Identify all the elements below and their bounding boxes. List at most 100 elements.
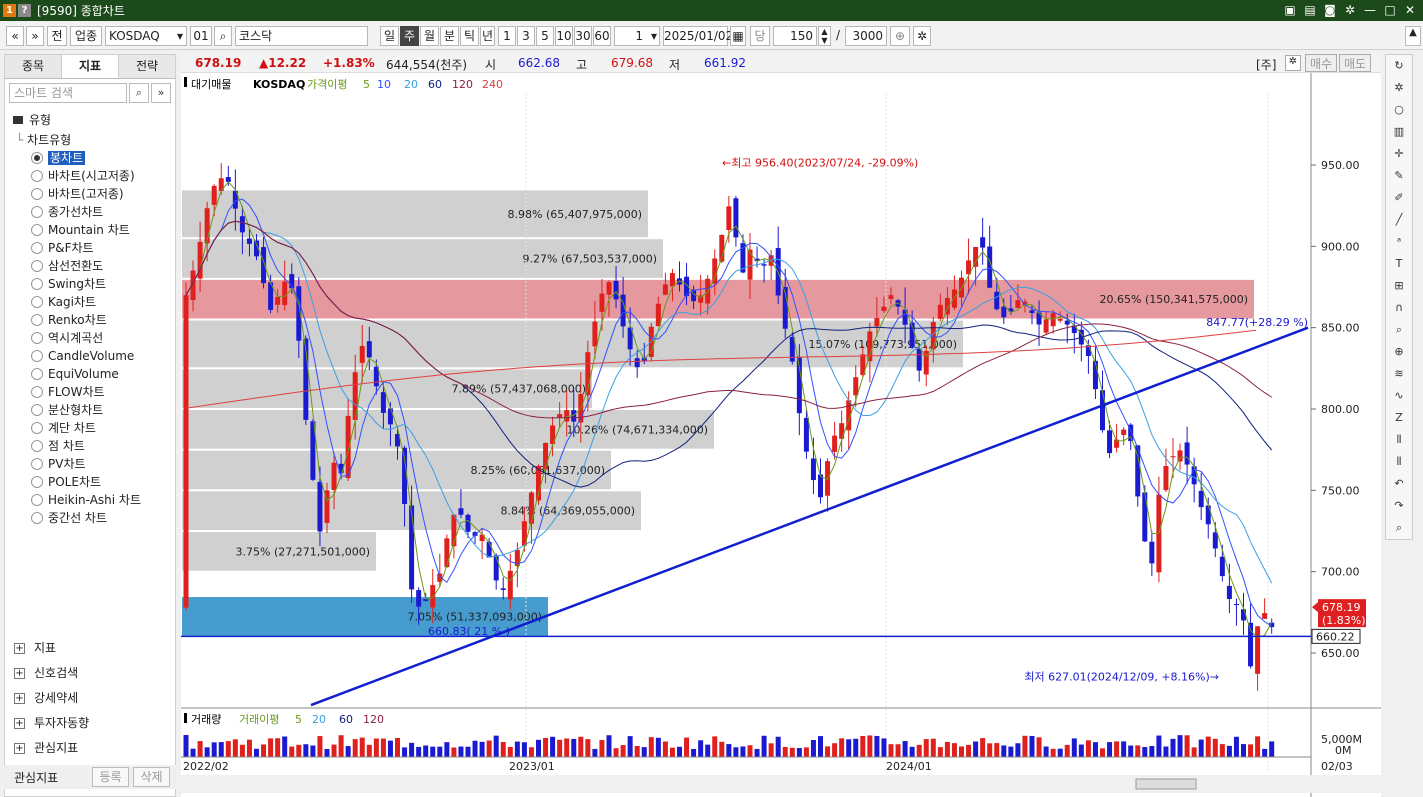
chart-type-option[interactable]: 중간선 차트 — [5, 509, 175, 527]
tab-strategy[interactable]: 전략 — [119, 55, 175, 78]
chart-type-option[interactable]: 역시계곡선 — [5, 329, 175, 347]
chart-type-option[interactable]: 삼선전환도 — [5, 257, 175, 275]
refresh-icon[interactable]: ↻ — [1386, 55, 1412, 77]
chart-type-option[interactable]: EquiVolume — [5, 365, 175, 383]
circle-icon[interactable]: ○ — [1386, 99, 1412, 121]
zoom-plus-icon[interactable]: ⊕ — [890, 26, 910, 46]
count-field[interactable]: 150 — [773, 26, 817, 46]
chart-type-option[interactable]: Mountain 차트 — [5, 221, 175, 239]
chart-type-option[interactable]: Renko차트 — [5, 311, 175, 329]
search-input[interactable]: 스마트 검색 — [9, 83, 127, 103]
chart-type-option[interactable]: Heikin-Ashi 차트 — [5, 491, 175, 509]
interval-5[interactable]: 5 — [536, 26, 554, 46]
crosshair-icon[interactable]: ✛ — [1386, 143, 1412, 165]
period-tick[interactable]: 틱 — [460, 26, 479, 46]
wave-icon[interactable]: ∿ — [1386, 385, 1412, 407]
zoom-icon[interactable]: ⌕ — [1386, 319, 1412, 341]
period-year[interactable]: 년 — [480, 26, 495, 46]
chart-type-option[interactable]: P&F차트 — [5, 239, 175, 257]
count-stepper[interactable]: ▲ ▼ — [818, 26, 831, 46]
jeon-button[interactable]: 전 — [47, 26, 67, 46]
fib-icon[interactable]: ≋ — [1386, 363, 1412, 385]
interval-60[interactable]: 60 — [593, 26, 611, 46]
delete-button[interactable]: 삭제 — [133, 767, 170, 787]
buy-button[interactable]: 매수 — [1305, 54, 1337, 72]
period-month[interactable]: 월 — [420, 26, 439, 46]
maximize-icon[interactable]: □ — [1383, 2, 1397, 18]
layout-icon[interactable]: ▣ — [1283, 2, 1297, 18]
chart-type-option[interactable]: 분산형차트 — [5, 401, 175, 419]
magnet-icon[interactable]: ∩ — [1386, 297, 1412, 319]
period-day[interactable]: 일 — [380, 26, 399, 46]
settings-icon[interactable]: ✲ — [913, 26, 931, 46]
chart-type-option[interactable]: 계단 차트 — [5, 419, 175, 437]
minimize-icon[interactable]: — — [1363, 2, 1377, 18]
section-signal-search[interactable]: + 신호검색 — [5, 661, 175, 686]
chart-type-option[interactable]: 점 차트 — [5, 437, 175, 455]
gear-icon[interactable]: ✲ — [1285, 55, 1301, 71]
zoom-area-icon[interactable]: ⊕ — [1386, 341, 1412, 363]
dang-button[interactable]: 당 — [750, 26, 770, 46]
nav-prev-button[interactable]: « — [6, 26, 24, 46]
undo-icon[interactable]: ↶ — [1386, 473, 1412, 495]
bar-chart-icon[interactable]: ▥ — [1386, 121, 1412, 143]
chart-type-option[interactable]: FLOW차트 — [5, 383, 175, 401]
chart-type-option[interactable]: POLE차트 — [5, 473, 175, 491]
section-strength[interactable]: + 강세약세 — [5, 686, 175, 711]
section-investor[interactable]: + 투자자동향 — [5, 711, 175, 736]
help-badge[interactable]: ? — [18, 4, 31, 17]
max-field[interactable]: 3000 — [845, 26, 887, 46]
text-icon[interactable]: T — [1386, 253, 1412, 275]
chart-type-option[interactable]: 봉차트 — [5, 149, 175, 167]
search-icon[interactable]: ⌕ — [214, 26, 232, 46]
section-indicator[interactable]: + 지표 — [5, 636, 175, 661]
index-name-field[interactable]: 코스닥 — [235, 26, 368, 46]
interval-30[interactable]: 30 — [574, 26, 592, 46]
period-week[interactable]: 주 — [400, 26, 419, 46]
redo-icon[interactable]: ↷ — [1386, 495, 1412, 517]
market-select[interactable]: KOSDAQ ▾ — [105, 26, 187, 46]
search-icon[interactable]: ⌕ — [129, 83, 149, 103]
category-button[interactable]: 업종 — [70, 26, 102, 46]
pen-icon[interactable]: ✐ — [1386, 187, 1412, 209]
chart-type-option[interactable]: Kagi차트 — [5, 293, 175, 311]
pencil-icon[interactable]: ✎ — [1386, 165, 1412, 187]
sell-button[interactable]: 매도 — [1339, 54, 1371, 72]
bars-icon[interactable]: ⦀ — [1386, 451, 1412, 473]
scroll-up-button[interactable]: ▲ — [1405, 26, 1421, 46]
chart-type-option[interactable]: CandleVolume — [5, 347, 175, 365]
chevron-down-icon[interactable]: » — [151, 83, 171, 103]
nav-next-button[interactable]: » — [26, 26, 44, 46]
chart-area[interactable]: 678.19 ▲12.22 +1.83% 644,554(천주) 시 662.6… — [181, 53, 1381, 797]
line-icon[interactable]: ╱ — [1386, 209, 1412, 231]
period-minute[interactable]: 분 — [440, 26, 459, 46]
chart-type-option[interactable]: Swing차트 — [5, 275, 175, 293]
date-field[interactable]: 2025/01/02 — [663, 26, 733, 46]
auto-icon[interactable]: ᵃ — [1386, 231, 1412, 253]
tab-stock[interactable]: 종목 — [5, 55, 62, 78]
tree-root[interactable]: 유형 — [5, 109, 175, 131]
camera-icon[interactable]: ◙ — [1323, 2, 1337, 18]
zigzag-icon[interactable]: Z — [1386, 407, 1412, 429]
interval-3[interactable]: 3 — [517, 26, 535, 46]
chart-type-option[interactable]: 종가선차트 — [5, 203, 175, 221]
register-button[interactable]: 등록 — [92, 767, 129, 787]
calendar-icon[interactable]: ▦ — [730, 26, 746, 46]
tick-value-select[interactable]: 1 ▾ — [614, 26, 660, 46]
interval-1[interactable]: 1 — [498, 26, 516, 46]
gear-icon[interactable]: ✲ — [1343, 2, 1357, 18]
close-icon[interactable]: ✕ — [1403, 2, 1417, 18]
price-chart[interactable]: 대기매물 KOSDAQ 가격이평 5 10 20 60 120 240 8.98% (65,407… — [181, 73, 1381, 797]
grid-icon[interactable]: ⊞ — [1386, 275, 1412, 297]
chart-type-option[interactable]: PV차트 — [5, 455, 175, 473]
list-icon[interactable]: ▤ — [1303, 2, 1317, 18]
code-field[interactable]: 01 — [190, 26, 212, 46]
chart-type-group[interactable]: └ 차트유형 — [5, 131, 175, 149]
gear-icon[interactable]: ✲ — [1386, 77, 1412, 99]
chart-type-option[interactable]: 바차트(고저종) — [5, 185, 175, 203]
vlines-icon[interactable]: ⦀ — [1386, 429, 1412, 451]
magnify-icon[interactable]: ⌕ — [1386, 517, 1412, 539]
tab-indicator[interactable]: 지표 — [62, 55, 119, 78]
section-favorite[interactable]: + 관심지표 — [5, 736, 175, 761]
interval-10[interactable]: 10 — [555, 26, 573, 46]
